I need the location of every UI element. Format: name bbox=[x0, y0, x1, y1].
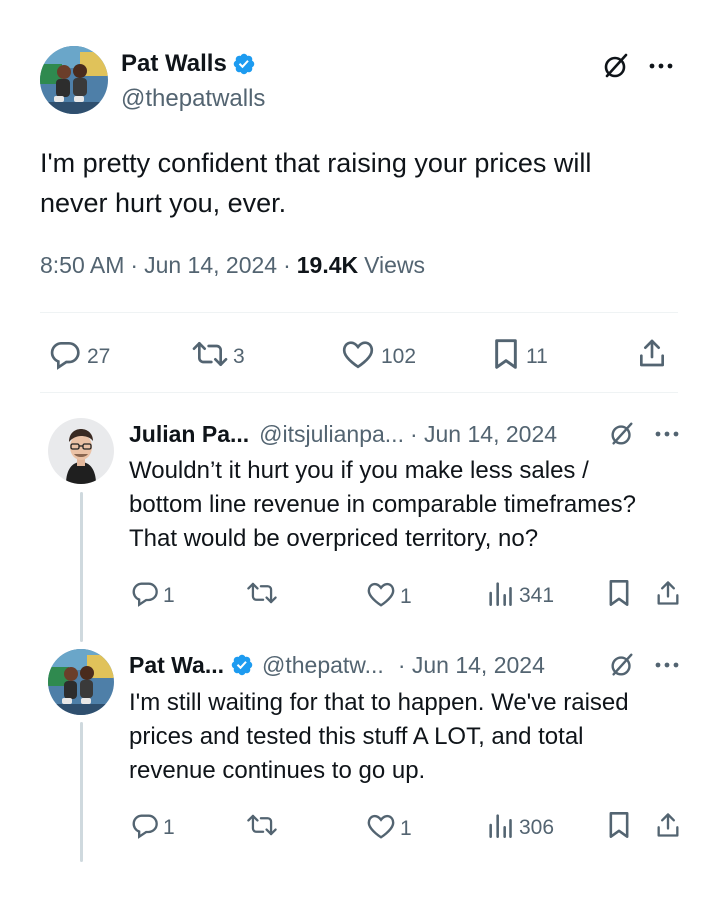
reply-text: I'm still waiting for that to happen. We… bbox=[129, 686, 629, 788]
reply-text-line: Wouldn’t it hurt you if you make less sa… bbox=[129, 457, 589, 484]
reply-author-handle[interactable]: @thepatw... bbox=[262, 652, 384, 679]
views-count: 19.4K bbox=[296, 252, 359, 278]
more-icon[interactable] bbox=[652, 651, 682, 679]
reply-text-line: prices and tested this stuff A LOT, and … bbox=[129, 723, 584, 750]
divider bbox=[40, 392, 678, 393]
separator: · bbox=[130, 252, 139, 278]
views-count: 341 bbox=[519, 584, 555, 607]
grok-icon[interactable] bbox=[607, 419, 637, 449]
bookmark-button[interactable] bbox=[607, 579, 631, 612]
reply-avatar[interactable] bbox=[48, 418, 114, 484]
share-button[interactable] bbox=[654, 810, 682, 845]
like-count: 102 bbox=[381, 345, 417, 368]
like-count: 1 bbox=[400, 585, 412, 608]
more-icon[interactable] bbox=[646, 52, 676, 80]
share-icon bbox=[654, 810, 682, 845]
verified-badge-icon bbox=[230, 653, 254, 677]
reply-count: 1 bbox=[163, 584, 175, 607]
bookmark-icon bbox=[492, 338, 520, 376]
like-button[interactable]: 102 bbox=[341, 338, 416, 376]
share-button[interactable] bbox=[636, 336, 668, 375]
views-count: 306 bbox=[519, 816, 555, 839]
separator: · bbox=[283, 252, 291, 278]
reply-text-line: I'm still waiting for that to happen. We… bbox=[129, 689, 629, 716]
repost-button[interactable] bbox=[245, 811, 279, 844]
reply-button[interactable]: 27 bbox=[49, 338, 110, 376]
tweet-meta: 8:50 AM · Jun 14, 2024 · 19.4K Views bbox=[40, 252, 425, 279]
thread-line bbox=[80, 492, 83, 642]
share-icon bbox=[636, 336, 668, 375]
tweet-date[interactable]: Jun 14, 2024 bbox=[144, 252, 277, 279]
repost-button[interactable] bbox=[245, 579, 279, 612]
views-icon bbox=[487, 811, 513, 845]
divider bbox=[40, 312, 678, 313]
tweet-text: I'm pretty confident that raising your p… bbox=[40, 143, 591, 223]
bookmark-button[interactable]: 11 bbox=[492, 338, 548, 376]
reply-count: 27 bbox=[87, 345, 111, 368]
reply-icon bbox=[131, 811, 159, 845]
thread-line bbox=[80, 722, 83, 862]
reply-date[interactable]: · Jun 14, 2024 bbox=[398, 652, 545, 679]
tweet-text-line: never hurt you, ever. bbox=[40, 188, 287, 218]
reply-icon bbox=[49, 338, 81, 376]
like-icon bbox=[366, 812, 396, 846]
views-icon bbox=[487, 579, 513, 613]
bookmark-button[interactable] bbox=[607, 811, 631, 844]
repost-icon bbox=[190, 338, 230, 376]
bookmark-count: 11 bbox=[526, 345, 548, 368]
tweet-time[interactable]: 8:50 AM bbox=[40, 252, 124, 279]
like-count: 1 bbox=[400, 817, 412, 840]
repost-icon bbox=[245, 579, 279, 612]
reply-count: 1 bbox=[163, 816, 175, 839]
reply-text-line: bottom line revenue in comparable timefr… bbox=[129, 491, 636, 518]
more-icon[interactable] bbox=[652, 420, 682, 448]
repost-count: 3 bbox=[233, 345, 245, 368]
like-button[interactable]: 1 bbox=[366, 812, 412, 846]
tweet-text-line: I'm pretty confident that raising your p… bbox=[40, 148, 592, 178]
reply-text-line: That would be overpriced territory, no? bbox=[129, 525, 539, 552]
author-avatar[interactable] bbox=[40, 46, 108, 114]
reply-avatar[interactable] bbox=[48, 649, 114, 715]
like-icon bbox=[366, 580, 396, 614]
reply-author-handle[interactable]: @itsjulianpa... bbox=[259, 421, 404, 448]
reply-author-name[interactable]: Julian Pa... bbox=[129, 421, 249, 448]
reply-author-name[interactable]: Pat Wa... bbox=[129, 652, 224, 679]
reply-button[interactable]: 1 bbox=[131, 579, 175, 613]
reply-text-line: revenue continues to go up. bbox=[129, 757, 426, 784]
like-button[interactable]: 1 bbox=[366, 580, 412, 614]
share-icon bbox=[654, 578, 682, 613]
bookmark-icon bbox=[607, 811, 631, 844]
grok-icon[interactable] bbox=[600, 50, 632, 82]
reply-date[interactable]: · Jun 14, 2024 bbox=[410, 421, 557, 448]
bookmark-icon bbox=[607, 579, 631, 612]
views-button[interactable]: 341 bbox=[487, 579, 554, 613]
share-button[interactable] bbox=[654, 578, 682, 613]
repost-icon bbox=[245, 811, 279, 844]
author-handle[interactable]: @thepatwalls bbox=[121, 85, 265, 113]
author-name[interactable]: Pat Walls bbox=[121, 50, 227, 78]
verified-badge-icon bbox=[232, 52, 256, 76]
repost-button[interactable]: 3 bbox=[190, 338, 245, 376]
views-label: Views bbox=[364, 252, 426, 278]
like-icon bbox=[341, 338, 375, 376]
views-button[interactable]: 306 bbox=[487, 811, 554, 845]
reply-icon bbox=[131, 579, 159, 613]
reply-text: Wouldn’t it hurt you if you make less sa… bbox=[129, 454, 636, 556]
grok-icon[interactable] bbox=[607, 650, 637, 680]
reply-button[interactable]: 1 bbox=[131, 811, 175, 845]
